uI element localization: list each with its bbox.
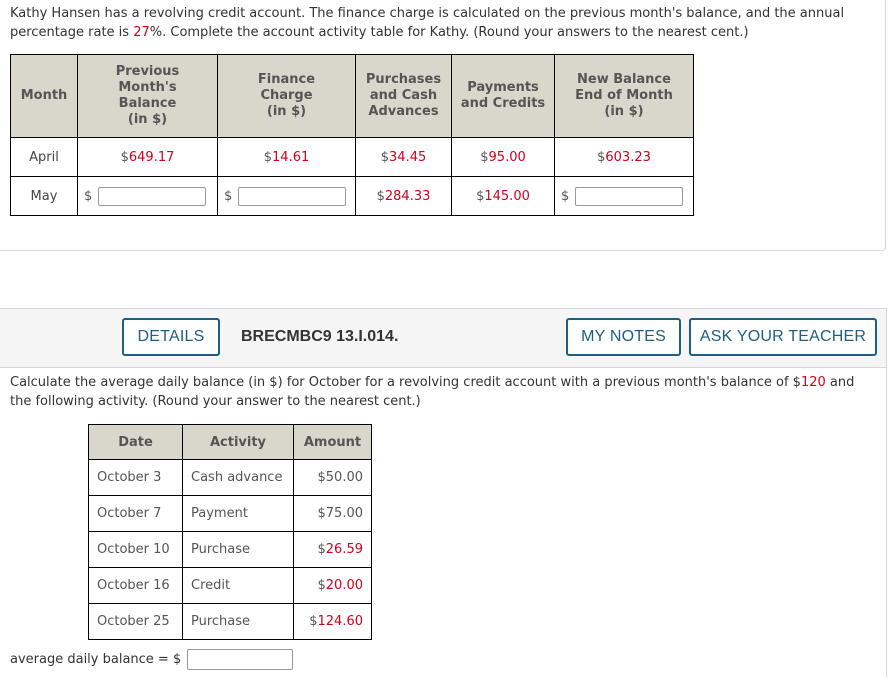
activity-cell: Credit (182, 567, 294, 604)
average-daily-balance-label: average daily balance = $ (10, 652, 182, 667)
header-payments: Payments and Credits (451, 54, 555, 138)
question-code: BRECMBC9 13.I.014. (241, 328, 399, 345)
table-row: October 10 Purchase $26.59 (88, 531, 372, 568)
table-row: October 7 Payment $75.00 (88, 495, 372, 532)
table-row: October 25 Purchase $124.60 (88, 603, 372, 640)
header-finance-charge: Finance Charge (in $) (217, 54, 356, 138)
month-cell: May (10, 176, 78, 216)
details-button[interactable]: DETAILS (122, 318, 220, 356)
date-cell: October 7 (88, 495, 183, 532)
date-cell: October 10 (88, 531, 183, 568)
month-cell: April (10, 137, 78, 177)
may-previous-balance-input[interactable] (98, 186, 207, 206)
ask-your-teacher-button[interactable]: ASK YOUR TEACHER (689, 318, 877, 356)
new-balance-cell: $603.23 (554, 137, 694, 177)
date-cell: October 25 (88, 603, 183, 640)
payments-cell: $95.00 (451, 137, 555, 177)
date-cell: October 3 (88, 459, 183, 496)
activity-cell: Payment (182, 495, 294, 532)
payments-cell: $145.00 (451, 176, 555, 216)
apr-value: 27 (133, 25, 150, 40)
table-row: October 16 Credit $20.00 (88, 567, 372, 604)
table-row-may: May $ $ $284.33 $145.00 $ (10, 176, 694, 216)
activity-cell: Purchase (182, 603, 294, 640)
activity-cell: Cash advance (182, 459, 294, 496)
purchases-cell: $284.33 (355, 176, 452, 216)
header-date: Date (88, 424, 183, 460)
question-card-2-border (886, 308, 887, 677)
previous-balance-value: 120 (800, 375, 826, 390)
amount-cell: $20.00 (293, 567, 372, 604)
header-month: Month (10, 54, 78, 138)
activity-cell: Purchase (182, 531, 294, 568)
purchases-cell: $34.45 (355, 137, 452, 177)
table-header-row: Date Activity Amount (88, 424, 372, 460)
amount-cell: $26.59 (293, 531, 372, 568)
date-cell: October 16 (88, 567, 183, 604)
average-daily-balance-input[interactable] (187, 649, 294, 670)
average-daily-balance-row: average daily balance = $ (10, 649, 294, 670)
my-notes-button[interactable]: MY NOTES (566, 318, 681, 356)
currency-symbol: $ (84, 188, 93, 204)
previous-balance-cell: $649.17 (77, 137, 218, 177)
table-header-row: Month Previous Month's Balance (in $) Finan… (10, 54, 694, 138)
question-2-prompt: Calculate the average daily balance (in … (10, 375, 855, 409)
finance-charge-cell: $14.61 (217, 137, 356, 177)
amount-cell: $124.60 (293, 603, 372, 640)
amount-cell: $50.00 (293, 459, 372, 496)
header-purchases: Purchases and Cash Advances (355, 54, 452, 138)
amount-cell: $75.00 (293, 495, 372, 532)
header-amount: Amount (293, 424, 372, 460)
table-row-april: April $649.17 $14.61 $34.45 $95.00 $603.… (10, 137, 694, 177)
question-1-prompt: Kathy Hansen has a revolving credit acco… (10, 6, 845, 40)
header-previous-balance: Previous Month's Balance (in $) (77, 54, 218, 138)
may-finance-charge-input[interactable] (238, 186, 347, 206)
header-new-balance: New Balance End of Month (in $) (554, 54, 694, 138)
table-row: October 3 Cash advance $50.00 (88, 459, 372, 496)
account-activity-table: Month Previous Month's Balance (in $) Finan… (10, 54, 694, 216)
currency-symbol: $ (561, 188, 570, 204)
currency-symbol: $ (224, 188, 233, 204)
may-new-balance-input[interactable] (575, 186, 684, 206)
header-activity: Activity (182, 424, 294, 460)
october-activity-table: Date Activity Amount October 3 Cash advan… (88, 424, 372, 640)
